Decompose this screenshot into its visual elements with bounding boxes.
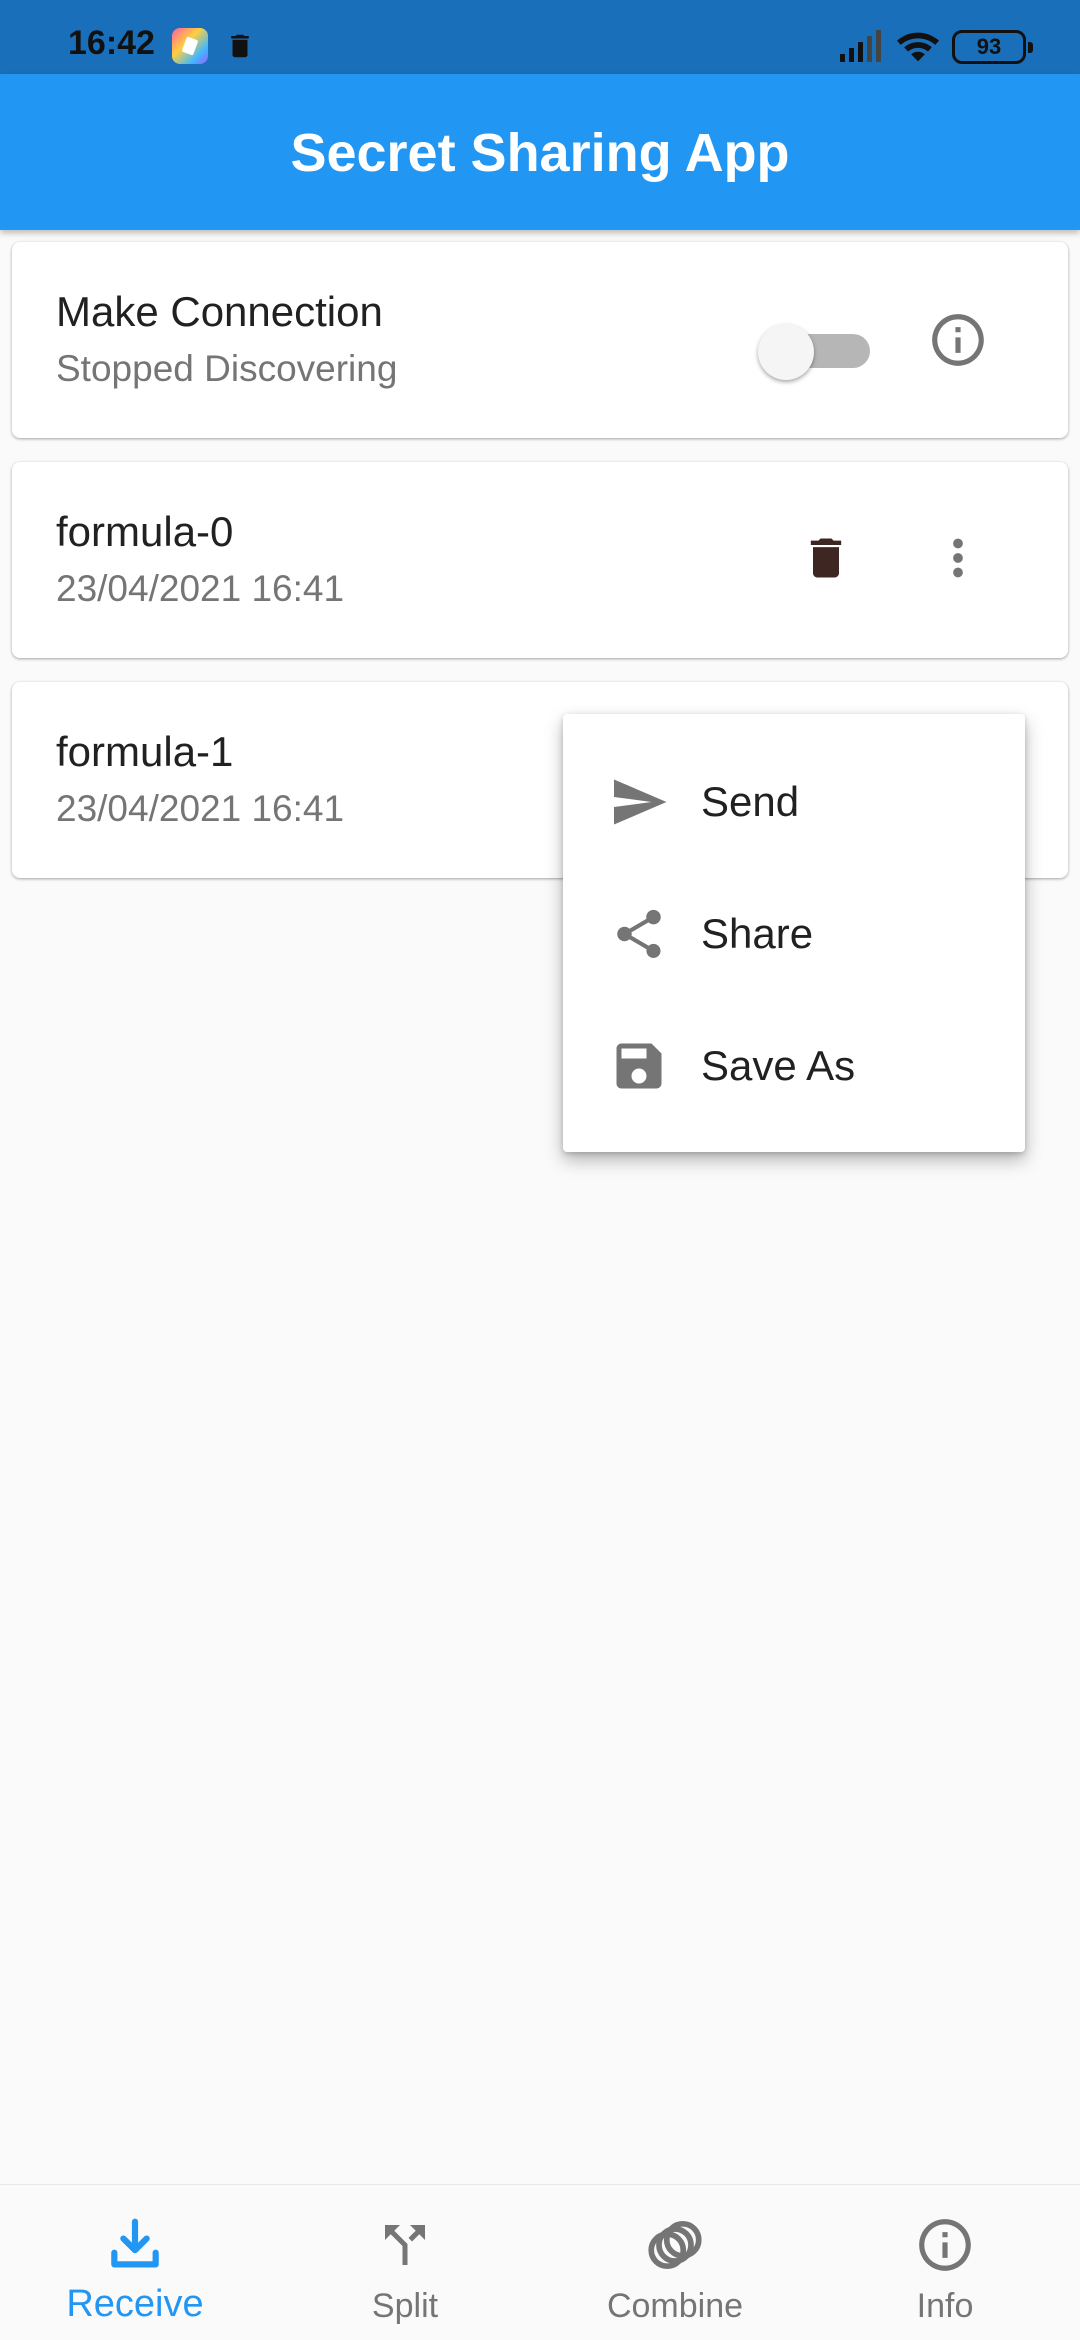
item-date: 23/04/2021 16:41 <box>56 788 345 829</box>
menu-item-label: Send <box>701 778 800 825</box>
share-icon <box>617 909 661 958</box>
list-item[interactable]: formula-0 23/04/2021 16:41 <box>12 462 1068 658</box>
connection-title: Make Connection <box>56 288 383 335</box>
save-icon <box>616 1043 662 1089</box>
nav-item-info[interactable]: Info <box>810 2185 1080 2340</box>
menu-item-share[interactable]: Share <box>563 866 1025 998</box>
notification-trash-icon <box>231 34 249 58</box>
split-icon <box>385 2225 425 2265</box>
wifi-icon <box>896 32 940 62</box>
info-icon <box>919 2219 971 2271</box>
nav-item-receive[interactable]: Receive <box>0 2185 270 2340</box>
send-icon <box>614 779 667 825</box>
menu-item-label: Share <box>701 910 814 957</box>
item-name: formula-0 <box>56 508 234 555</box>
connection-card: Make Connection Stopped Discovering <box>12 242 1068 438</box>
nav-label: Info <box>916 2287 974 2325</box>
combine-icon <box>648 2220 702 2270</box>
info-icon <box>932 314 984 366</box>
nav-item-split[interactable]: Split <box>270 2185 540 2340</box>
battery-level: 93 <box>976 34 1002 59</box>
connection-toggle[interactable] <box>758 324 872 380</box>
notification-app-icon <box>172 28 208 64</box>
status-time: 16:42 <box>68 24 155 62</box>
menu-item-send[interactable]: Send <box>563 734 1025 866</box>
nav-item-combine[interactable]: Combine <box>540 2185 810 2340</box>
item-date: 23/04/2021 16:41 <box>56 568 345 609</box>
more-vert-icon <box>953 538 963 578</box>
app-bar: Secret Sharing App <box>0 74 1080 230</box>
delete-button[interactable] <box>786 518 866 598</box>
status-bar: 16:42 93 <box>0 0 1080 74</box>
bottom-navigation: Receive Split Combine Info <box>0 2184 1080 2340</box>
app-title: Secret Sharing App <box>290 123 790 183</box>
popup-menu: Send Share Save As <box>563 714 1025 1152</box>
battery-indicator: 93 <box>952 30 1033 64</box>
nav-label: Receive <box>66 2283 204 2325</box>
connection-status: Stopped Discovering <box>56 348 398 389</box>
menu-item-save-as[interactable]: Save As <box>563 998 1025 1130</box>
more-options-button[interactable] <box>918 518 998 598</box>
toggle-thumb <box>758 324 814 380</box>
connection-info-button[interactable] <box>918 300 998 380</box>
menu-item-label: Save As <box>701 1042 856 1089</box>
nav-label: Split <box>371 2287 439 2325</box>
signal-icon <box>840 30 881 62</box>
item-name: formula-1 <box>56 728 234 775</box>
trash-icon <box>810 538 842 578</box>
nav-label: Combine <box>606 2287 744 2325</box>
download-icon <box>111 2218 159 2268</box>
